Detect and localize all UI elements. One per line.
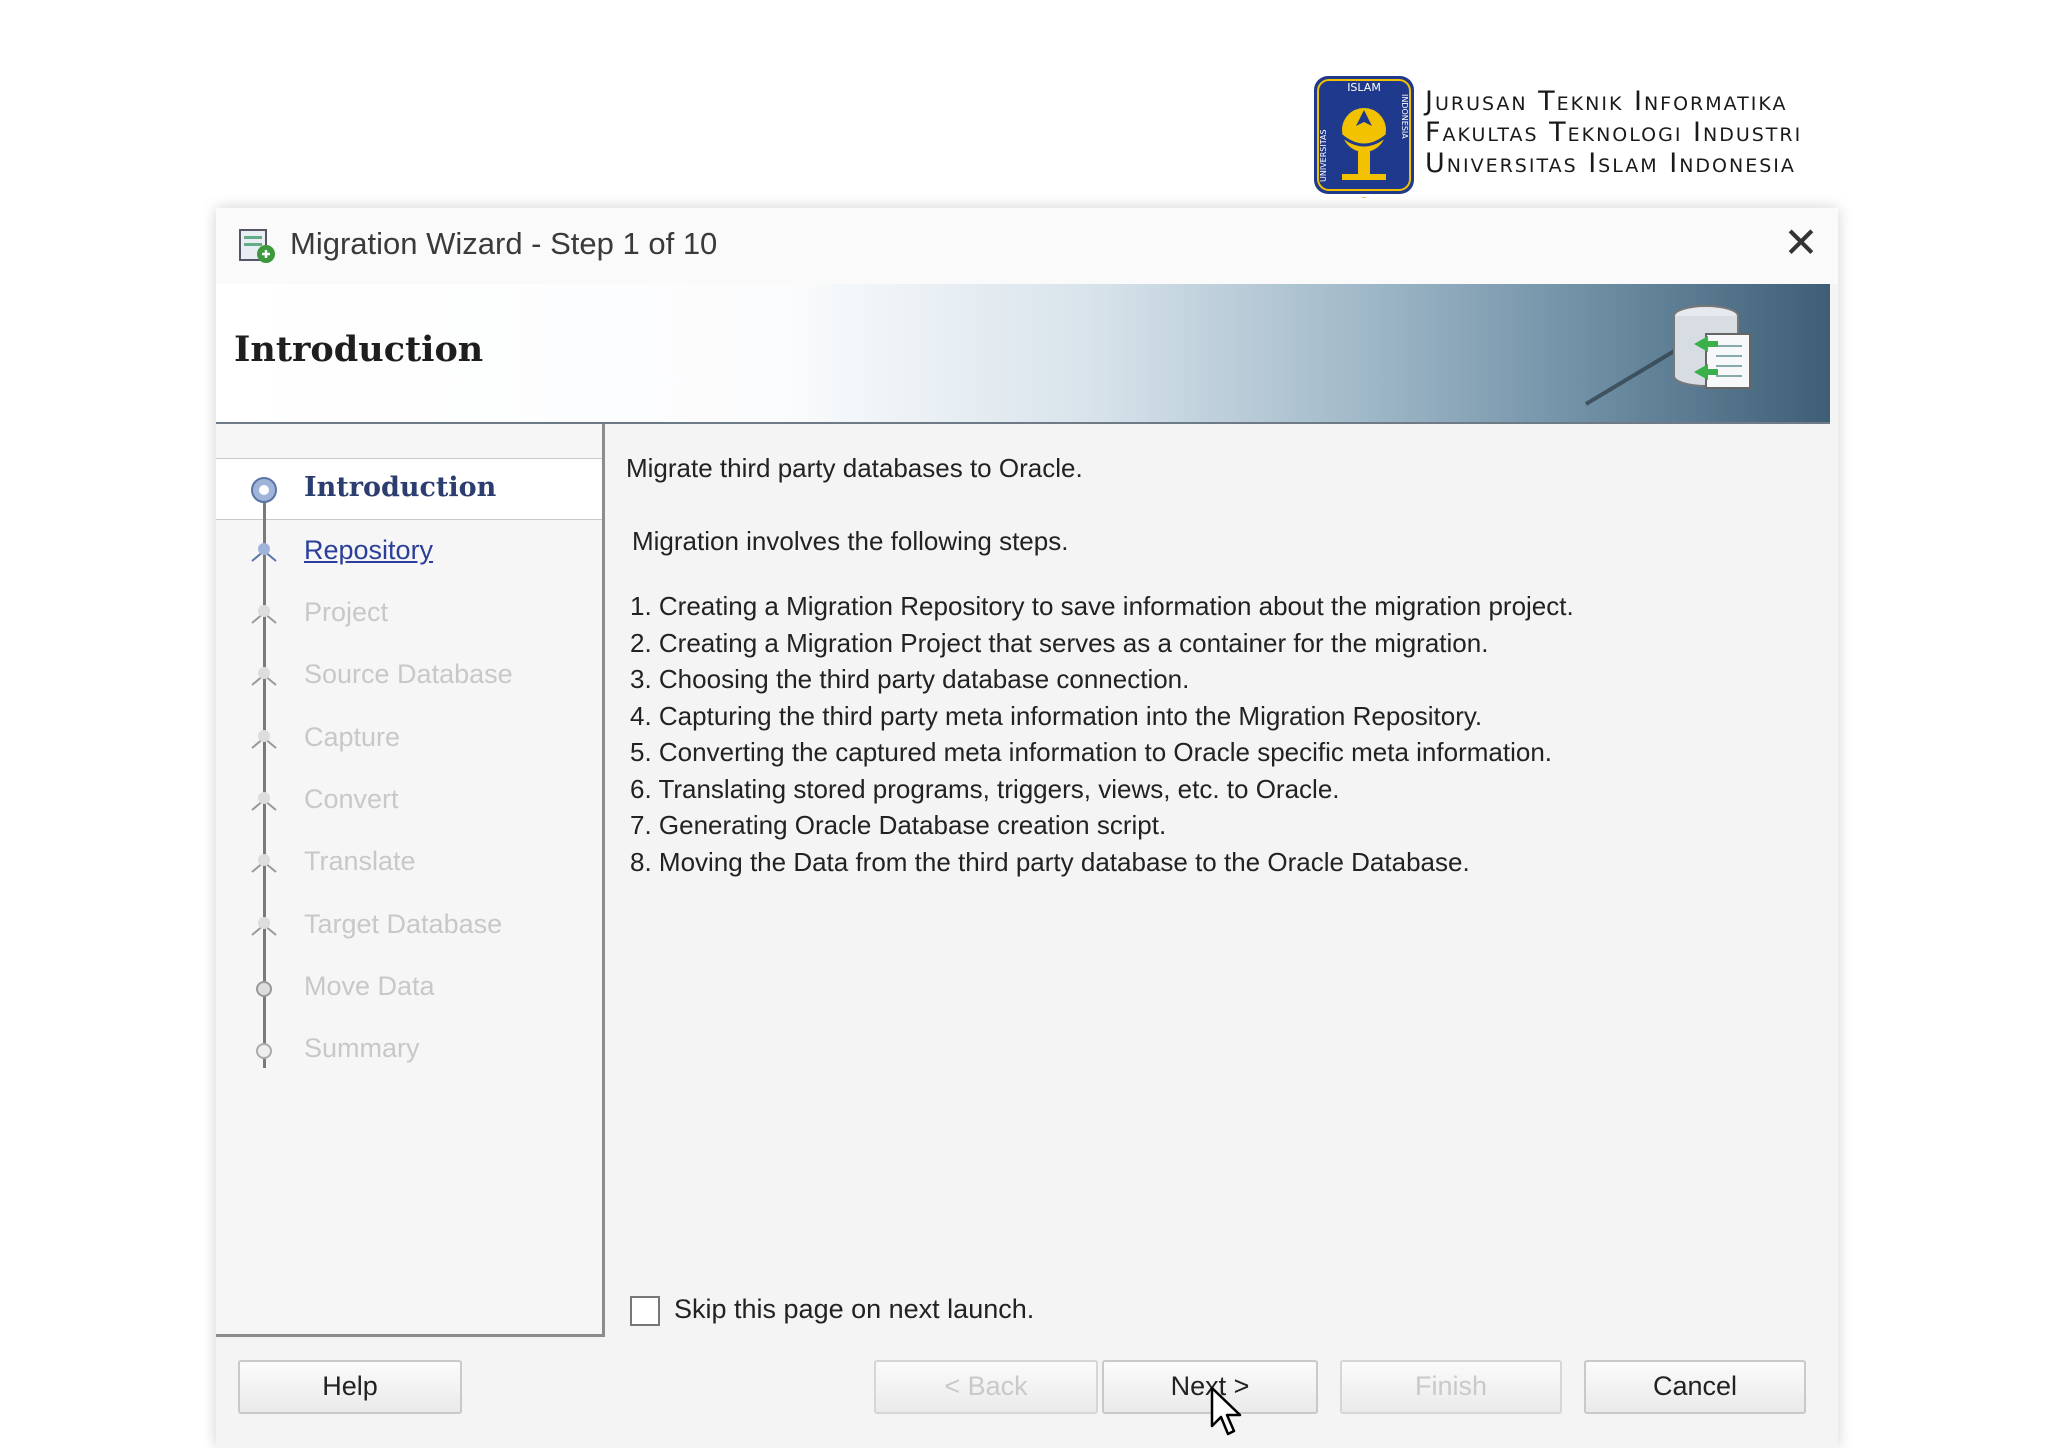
nav-step-label: Repository [304,535,434,565]
step-line-7: 7. Generating Oracle Database creation s… [630,810,1167,840]
close-button[interactable]: ✕ [1776,218,1826,268]
step-line-6: 6. Translating stored programs, triggers… [630,773,1340,804]
nav-step-label: Summary [304,1033,420,1063]
database-migration-icon [1584,305,1751,406]
nav-step-project: Project [216,589,602,639]
step-node-icon [256,981,272,997]
nav-step-target-database: Target Database [216,901,602,951]
step-node-icon [251,543,277,562]
institution-line-1: Jurusan Teknik Informatika [1425,86,1788,117]
window-title: Migration Wizard - Step 1 of 10 [290,226,718,261]
step-line-8: 8. Moving the Data from the third party … [630,846,1470,877]
nav-step-label: Introduction [304,472,497,503]
title-bar[interactable]: Migration Wizard - Step 1 of 10 ✕ [216,208,1838,284]
step-line-3: 3. Choosing the third party database con… [630,664,1190,694]
migration-wizard-dialog: Migration Wizard - Step 1 of 10 ✕ Introd… [216,208,1838,1448]
nav-step-source-database: Source Database [216,651,602,701]
logo-text-top: ISLAM [1347,81,1381,94]
nav-step-label: Source Database [304,659,513,689]
step-line-5: 5. Converting the captured meta informat… [630,737,1552,767]
help-button[interactable]: Help [238,1360,462,1414]
wizard-app-icon [239,229,275,263]
nav-step-summary: Summary [216,1025,602,1075]
nav-step-label: Move Data [304,971,435,1001]
steps-list: 1. Creating a Migration Repository to sa… [630,588,1574,880]
nav-step-label: Project [304,597,389,627]
skip-page-label[interactable]: Skip this page on next launch. [674,1294,1034,1325]
logo-text-right: INDONESIA [1400,94,1409,139]
logo-text-left: UNIVERSITAS [1319,129,1328,182]
nav-step-repository[interactable]: Repository [216,527,602,577]
step-node-icon [251,730,277,749]
finish-button: Finish [1340,1360,1562,1414]
svg-text:~: ~ [1361,194,1367,202]
nav-step-label: Target Database [304,909,503,939]
nav-step-capture: Capture [216,714,602,764]
step-line-2: 2. Creating a Migration Project that ser… [630,627,1489,658]
intro-text: Migrate third party databases to Oracle. [626,453,1083,483]
close-icon: ✕ [1783,218,1819,267]
institution-line-3: Universitas Islam Indonesia [1425,148,1796,179]
step-node-icon [256,1043,272,1059]
step-line-1: 1. Creating a Migration Repository to sa… [630,591,1574,621]
step-node-icon [251,605,277,624]
nav-step-translate: Translate [216,838,602,888]
institution-line-2: Fakultas Teknologi Industri [1425,117,1803,148]
skip-page-checkbox[interactable] [630,1296,660,1326]
university-logo: ISLAM UNIVERSITAS INDONESIA ~ [1314,76,1414,202]
wizard-content: Migrate third party databases to Oracle.… [620,444,1820,1324]
wizard-step-navigation: Introduction Repository Project Source D… [216,424,605,1337]
step-line-4: 4. Capturing the third party meta inform… [630,700,1483,731]
nav-step-move-data: Move Data [216,963,602,1013]
nav-step-label: Translate [304,846,416,876]
back-button: < Back [874,1360,1098,1414]
step-current-icon [251,477,277,503]
institution-name: Jurusan Teknik Informatika Fakultas Tekn… [1425,86,1802,179]
step-node-icon [251,792,277,811]
nav-step-convert: Convert [216,776,602,826]
nav-step-label: Convert [304,784,399,814]
mouse-cursor-icon [1210,1386,1242,1436]
nav-step-introduction[interactable]: Introduction [216,464,602,514]
step-node-icon [251,854,277,873]
cancel-button[interactable]: Cancel [1584,1360,1806,1414]
step-node-icon [251,667,277,686]
nav-step-label: Capture [304,722,401,752]
steps-heading: Migration involves the following steps. [632,526,1069,556]
page-title: Introduction [234,329,484,370]
step-node-icon [251,917,277,936]
wizard-banner: Introduction [216,284,1830,424]
